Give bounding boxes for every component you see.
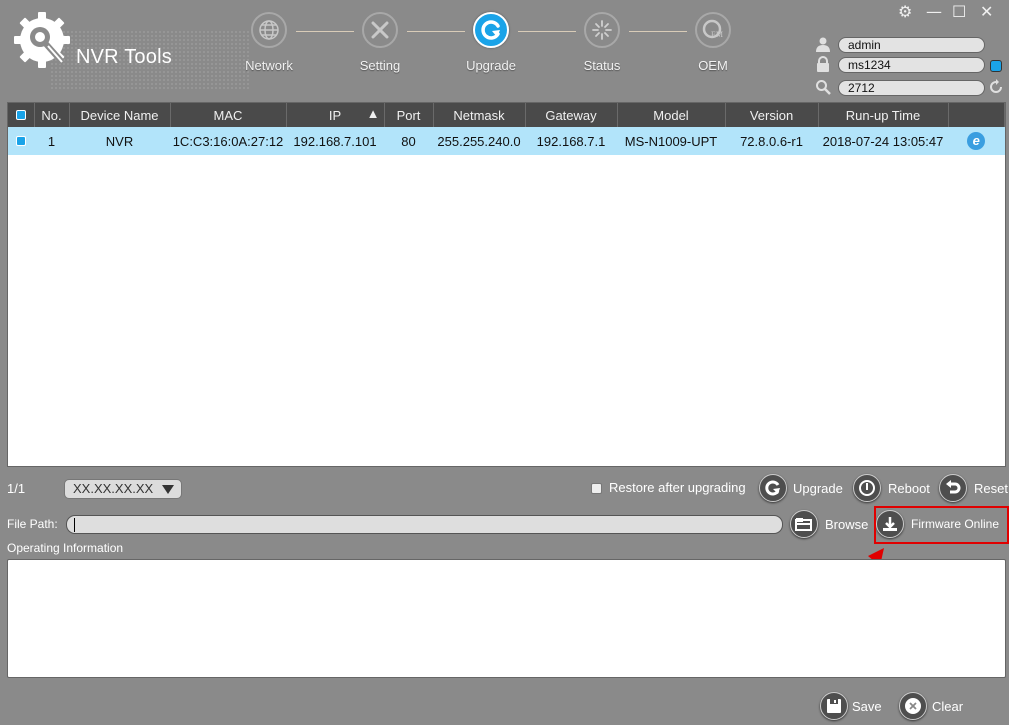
settings-gear-icon[interactable]: ⚙ (898, 2, 912, 21)
username-field[interactable]: admin (838, 37, 985, 53)
password-field[interactable]: ms1234 (838, 57, 985, 73)
upgrade-icon (473, 12, 509, 48)
clear-x-icon (905, 698, 921, 714)
cell-device-name: NVR (69, 127, 170, 155)
reset-label[interactable]: Reset (974, 481, 1008, 496)
column-header-mac[interactable]: MAC (170, 103, 287, 127)
tools-icon (362, 12, 398, 48)
tab-label: Status (583, 58, 621, 73)
power-icon (859, 480, 875, 496)
cell-action[interactable]: e (948, 127, 1005, 155)
cell-ip: 192.168.7.101 (286, 127, 384, 155)
cell-version: 72.8.0.6-r1 (725, 127, 818, 155)
cell-netmask: 255.255.240.0 (433, 127, 525, 155)
file-path-input[interactable] (66, 515, 783, 534)
browse-button[interactable] (790, 510, 818, 538)
tab-status[interactable]: Status (562, 12, 642, 73)
row-checkbox[interactable] (16, 135, 26, 146)
reboot-button[interactable] (853, 474, 881, 502)
oem-icon: EM (695, 12, 731, 48)
svg-text:EM: EM (711, 30, 723, 39)
column-header-no[interactable]: No. (34, 103, 70, 127)
text-caret (74, 518, 75, 532)
minimize-button[interactable]: — (926, 2, 942, 21)
cell-runup-time: 2018-07-24 13:05:47 (818, 127, 948, 155)
search-icon (816, 80, 831, 95)
annotation-highlight-box (874, 506, 1009, 544)
app-title: NVR Tools (76, 46, 172, 68)
column-header-ip[interactable]: IP ▲ (286, 103, 385, 127)
page-indicator: 1/1 (7, 481, 26, 496)
upgrade-icon (765, 480, 780, 496)
operating-info-label: Operating Information (7, 541, 124, 555)
select-all-checkbox[interactable] (15, 109, 26, 120)
globe-icon (251, 12, 287, 48)
save-label[interactable]: Save (852, 699, 882, 714)
refresh-icon[interactable] (988, 79, 1004, 95)
tab-setting[interactable]: Setting (340, 12, 420, 73)
status-icon (584, 12, 620, 48)
folder-icon (795, 518, 812, 531)
search-input[interactable]: 2712 (838, 80, 985, 96)
save-button[interactable] (820, 692, 848, 720)
clear-button[interactable] (899, 692, 927, 720)
column-header-version[interactable]: Version (725, 103, 819, 127)
maximize-button[interactable]: ☐ (952, 2, 966, 21)
column-header-device-name[interactable]: Device Name (69, 103, 171, 127)
operating-info-textarea[interactable] (7, 559, 1006, 678)
tab-network[interactable]: Network (229, 12, 309, 73)
column-header-gateway[interactable]: Gateway (525, 103, 618, 127)
upgrade-label[interactable]: Upgrade (793, 481, 843, 496)
sort-ascending-icon: ▲ (366, 106, 380, 121)
tab-label: Setting (359, 58, 401, 73)
reboot-label[interactable]: Reboot (888, 481, 930, 496)
floppy-disk-icon (827, 699, 841, 713)
user-icon (816, 37, 830, 52)
cell-mac: 1C:C3:16:0A:27:12 (170, 127, 286, 155)
tab-oem[interactable]: EM OEM (673, 12, 753, 73)
cell-model: MS-N1009-UPT (617, 127, 725, 155)
remember-checkbox[interactable] (990, 60, 1002, 72)
column-header-port[interactable]: Port (384, 103, 434, 127)
table-row[interactable]: 1 NVR 1C:C3:16:0A:27:12 192.168.7.101 80… (8, 127, 1005, 155)
column-header-ip-label: IP (328, 107, 342, 123)
version-select-value: XX.XX.XX.XX (73, 481, 154, 496)
chevron-down-icon (162, 485, 174, 494)
version-select[interactable]: XX.XX.XX.XX (64, 479, 182, 499)
column-header-netmask[interactable]: Netmask (433, 103, 526, 127)
cell-gateway: 192.168.7.1 (525, 127, 617, 155)
row-select-cell[interactable] (8, 127, 34, 155)
file-path-label: File Path: (7, 517, 58, 531)
lock-icon (817, 56, 829, 72)
reset-button[interactable] (939, 474, 967, 502)
tab-upgrade[interactable]: Upgrade (451, 12, 531, 73)
web-browser-icon[interactable]: e (967, 132, 986, 150)
undo-icon (946, 480, 961, 494)
table-header-row: No. Device Name MAC IP ▲ Port Netmask Ga… (8, 103, 1005, 127)
column-header-model[interactable]: Model (617, 103, 726, 127)
column-header-runup-time[interactable]: Run-up Time (818, 103, 949, 127)
cell-no: 1 (34, 127, 69, 155)
browse-label[interactable]: Browse (825, 517, 868, 532)
close-button[interactable]: ✕ (980, 2, 993, 21)
column-header-action (948, 103, 1005, 127)
tab-label: Network (245, 58, 293, 73)
device-table: No. Device Name MAC IP ▲ Port Netmask Ga… (7, 102, 1006, 467)
tab-label: OEM (698, 58, 728, 73)
restore-checkbox[interactable] (591, 483, 602, 494)
cell-port: 80 (384, 127, 433, 155)
select-all-header[interactable] (8, 103, 35, 127)
logo-gear-icon (14, 12, 70, 68)
upgrade-button[interactable] (759, 474, 787, 502)
clear-label[interactable]: Clear (932, 699, 963, 714)
tab-label: Upgrade (466, 58, 516, 73)
restore-label: Restore after upgrading (609, 480, 746, 495)
